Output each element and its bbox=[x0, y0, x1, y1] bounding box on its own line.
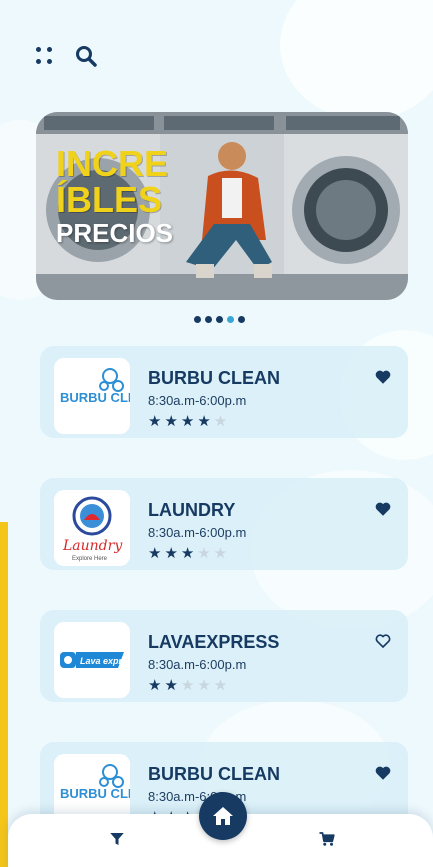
heart-icon[interactable] bbox=[374, 764, 392, 782]
app-screen: INCRE ÍBLES PRECIOS BURBU CLEAN BURBU CL… bbox=[0, 0, 433, 867]
accent-strip bbox=[0, 522, 8, 867]
carousel-dot-active[interactable] bbox=[227, 316, 234, 323]
carousel-dot[interactable] bbox=[205, 316, 212, 323]
promo-banner[interactable]: INCRE ÍBLES PRECIOS bbox=[36, 112, 408, 300]
laundry-logo: Laundry Explore Here bbox=[54, 490, 130, 566]
filter-icon[interactable] bbox=[108, 830, 126, 848]
laundry-hours: 8:30a.m-6:00p.m bbox=[148, 525, 247, 540]
banner-line-3: PRECIOS bbox=[56, 218, 174, 248]
laundry-hours: 8:30a.m-6:00p.m bbox=[148, 393, 247, 408]
banner-line-2: ÍBLES bbox=[56, 179, 163, 220]
search-icon[interactable] bbox=[74, 44, 98, 68]
svg-text:Explore Here: Explore Here bbox=[72, 556, 108, 562]
lavaexpress-logo: Lava express bbox=[54, 622, 130, 698]
laundry-name: LAVAEXPRESS bbox=[148, 632, 280, 652]
rating-stars: ★★★★★ bbox=[148, 545, 231, 562]
cart-icon[interactable] bbox=[318, 830, 336, 848]
background-blob bbox=[280, 0, 433, 120]
heart-outline-icon[interactable] bbox=[374, 632, 392, 650]
carousel-dot[interactable] bbox=[216, 316, 223, 323]
top-bar bbox=[36, 44, 98, 68]
laundry-name: BURBU CLEAN bbox=[148, 764, 280, 784]
svg-text:Lava express: Lava express bbox=[80, 656, 130, 666]
banner-headline: INCRE ÍBLES PRECIOS bbox=[56, 143, 174, 248]
burbu-clean-logo: BURBU CLEAN bbox=[54, 358, 130, 434]
apps-dots-icon[interactable] bbox=[36, 47, 54, 65]
carousel-indicator bbox=[194, 316, 245, 323]
laundry-card[interactable]: Lava express LAVAEXPRESS 8:30a.m-6:00p.m… bbox=[40, 610, 408, 702]
laundry-card[interactable]: Laundry Explore Here LAUNDRY 8:30a.m-6:0… bbox=[40, 478, 408, 570]
laundry-card[interactable]: BURBU CLEAN BURBU CLEAN 8:30a.m-6:00p.m … bbox=[40, 346, 408, 438]
laundry-name: BURBU CLEAN bbox=[148, 368, 280, 388]
laundry-name: LAUNDRY bbox=[148, 500, 236, 520]
banner-line-1: INCRE bbox=[56, 143, 169, 184]
heart-icon[interactable] bbox=[374, 368, 392, 386]
laundry-hours: 8:30a.m-6:00p.m bbox=[148, 657, 247, 672]
rating-stars: ★★★★★ bbox=[148, 413, 231, 430]
carousel-dot[interactable] bbox=[238, 316, 245, 323]
rating-stars: ★★★★★ bbox=[148, 677, 231, 694]
svg-text:BURBU CLEAN: BURBU CLEAN bbox=[60, 390, 130, 405]
carousel-dot[interactable] bbox=[194, 316, 201, 323]
home-button[interactable] bbox=[199, 792, 247, 840]
home-icon bbox=[213, 807, 233, 825]
svg-text:Laundry: Laundry bbox=[62, 538, 123, 554]
heart-icon[interactable] bbox=[374, 500, 392, 518]
svg-text:BURBU CLEAN: BURBU CLEAN bbox=[60, 786, 130, 801]
